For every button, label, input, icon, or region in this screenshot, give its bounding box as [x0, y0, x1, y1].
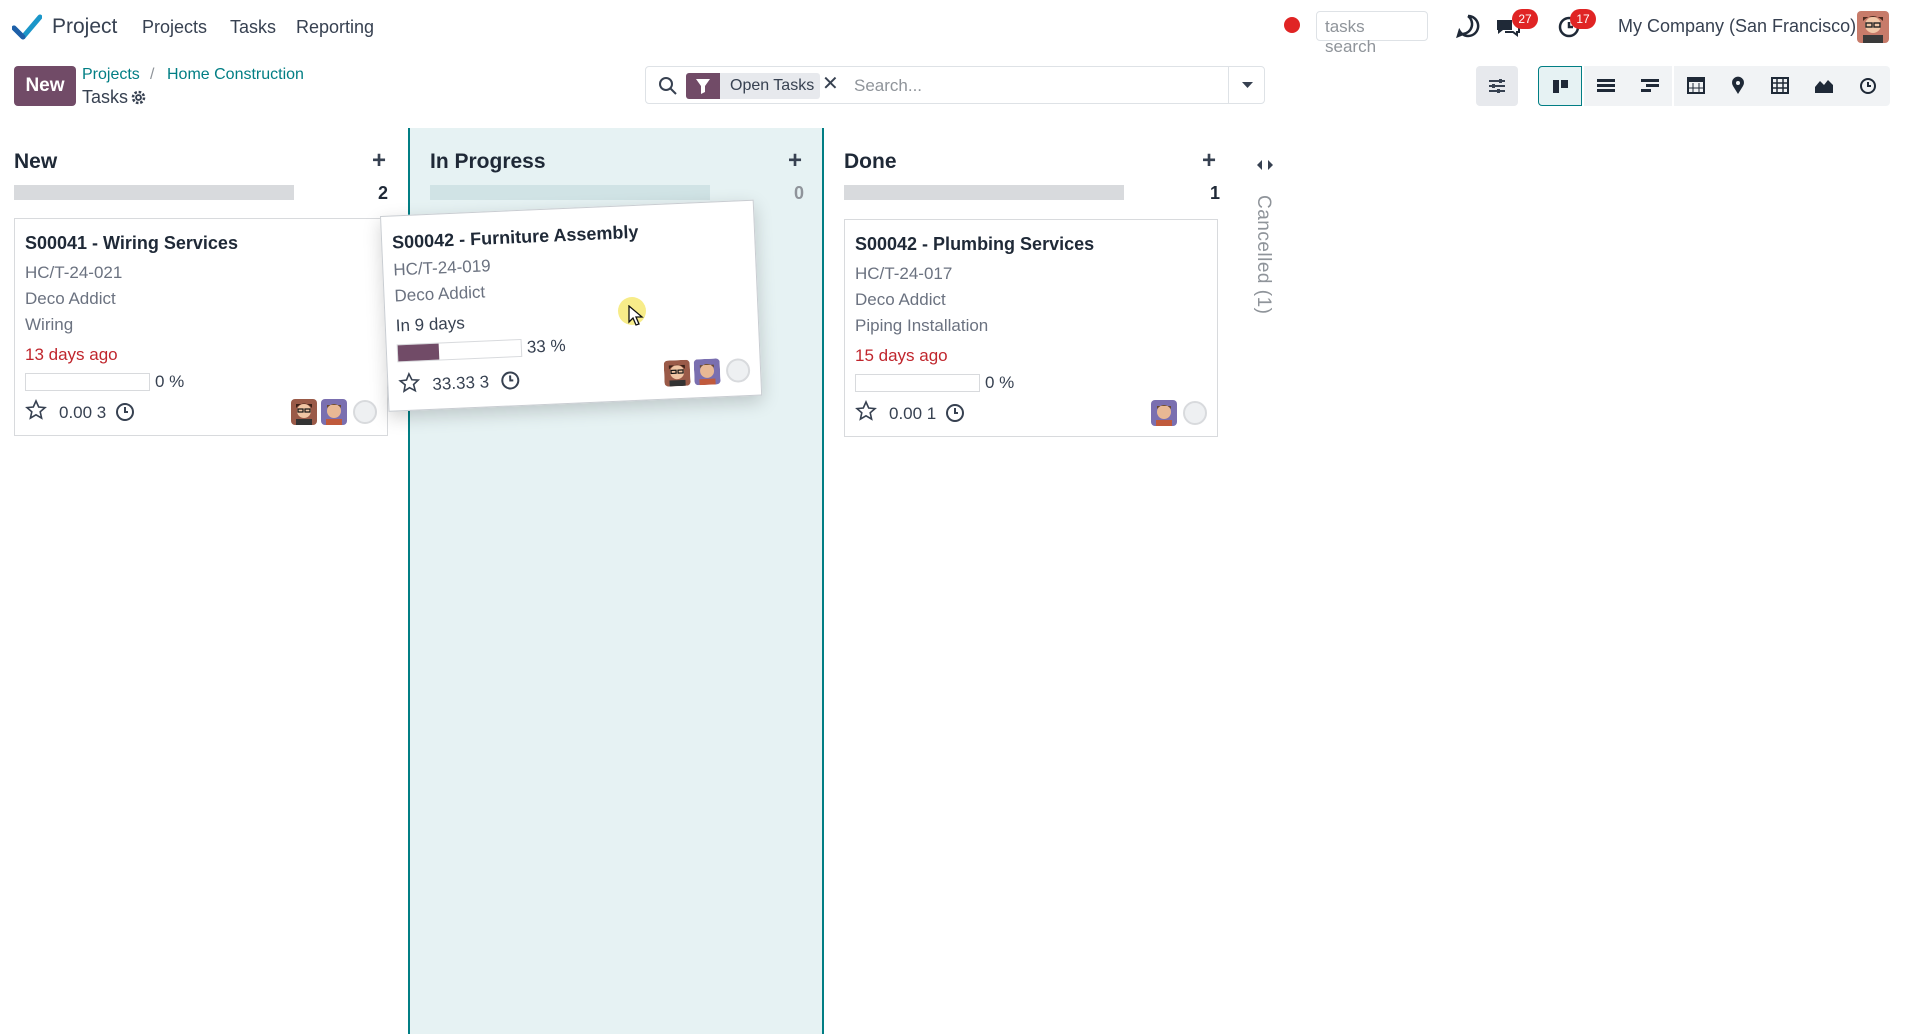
list-icon [1597, 79, 1615, 92]
menu-reporting[interactable]: Reporting [296, 17, 374, 38]
app-logo-icon[interactable] [12, 14, 42, 40]
star-icon[interactable] [398, 371, 421, 394]
unassigned-avatar-placeholder[interactable] [353, 400, 377, 424]
task-tag: Piping Installation [855, 316, 989, 335]
task-progress-bar [25, 373, 150, 391]
quick-create-plus-icon[interactable]: + [1202, 147, 1216, 175]
task-card-plumbing[interactable]: S00042 - Plumbing Services HC/T-24-017 D… [844, 219, 1218, 437]
view-graph-button[interactable] [1802, 66, 1846, 106]
column-title[interactable]: In Progress [430, 150, 546, 174]
task-customer: Deco Addict [855, 290, 946, 309]
menu-tasks[interactable]: Tasks [230, 17, 276, 38]
task-deadline: 13 days ago [25, 345, 118, 364]
activity-clock-icon[interactable] [945, 403, 965, 423]
column-title[interactable]: Done [844, 150, 897, 174]
quick-create-plus-icon[interactable]: + [372, 147, 386, 175]
task-allocated-hours: 33.33 3 [431, 372, 490, 394]
search-input[interactable] [854, 72, 1214, 100]
assignee-avatar[interactable] [1151, 400, 1177, 426]
task-title: S00042 - Plumbing Services [855, 234, 1095, 254]
messages-badge: 27 [1512, 9, 1538, 29]
task-reference: HC/T-24-019 [392, 256, 492, 280]
assignee-avatar[interactable] [291, 399, 317, 425]
toggle-filters-button[interactable] [1476, 66, 1518, 106]
breadcrumb-separator: / [150, 66, 155, 83]
column-progress-bar[interactable] [430, 185, 710, 200]
activity-clock-icon[interactable] [115, 402, 135, 422]
unassigned-avatar-placeholder[interactable] [1183, 401, 1207, 425]
top-navbar: Project Projects Tasks Reporting tasks s… [0, 0, 1906, 56]
unassigned-avatar-placeholder[interactable] [725, 358, 751, 384]
assignee-avatar[interactable] [321, 399, 347, 425]
voip-icon[interactable] [1454, 12, 1482, 40]
filter-facet-icon [686, 73, 720, 99]
tasks-search-input[interactable]: tasks search [1316, 11, 1428, 56]
view-gantt-button[interactable] [1628, 66, 1672, 106]
record-dot-icon[interactable] [1284, 17, 1300, 33]
search-bar: Open Tasks ✕ [645, 66, 1265, 104]
assignee-avatar[interactable] [663, 359, 691, 387]
area-chart-icon [1815, 80, 1833, 93]
pivot-icon [1771, 77, 1789, 94]
app-name[interactable]: Project [52, 15, 117, 39]
task-allocated-hours: 0.00 3 [59, 403, 107, 422]
task-progress-label: 0 % [985, 373, 1015, 392]
view-pivot-button[interactable] [1758, 66, 1802, 106]
task-title: S00042 - Furniture Assembly [391, 221, 639, 253]
view-calendar-button[interactable] [1674, 66, 1718, 106]
task-allocated-hours: 0.00 1 [889, 404, 937, 423]
new-button[interactable]: New [14, 66, 76, 106]
column-count: 1 [1210, 183, 1221, 203]
column-title[interactable]: New [14, 150, 57, 174]
page-title: Tasks [82, 87, 129, 107]
breadcrumb-projects[interactable]: Projects [82, 66, 140, 84]
gear-icon[interactable] [130, 89, 147, 106]
task-progress-bar [855, 374, 980, 392]
task-card-furniture-dragging[interactable]: S00042 - Furniture Assembly HC/T-24-019 … [380, 199, 763, 412]
quick-create-plus-icon[interactable]: + [788, 147, 802, 175]
task-customer: Deco Addict [394, 282, 486, 306]
user-avatar[interactable] [1857, 11, 1889, 43]
column-count: 2 [378, 183, 389, 203]
star-icon[interactable] [855, 400, 877, 422]
menu-projects[interactable]: Projects [142, 17, 207, 38]
task-card-wiring[interactable]: S00041 - Wiring Services HC/T-24-021 Dec… [14, 218, 388, 436]
view-activity-button[interactable] [1846, 66, 1890, 106]
activities-badge: 17 [1570, 9, 1596, 29]
task-deadline: 15 days ago [855, 346, 948, 365]
facet-remove-icon[interactable]: ✕ [822, 71, 839, 96]
company-switcher[interactable]: My Company (San Francisco) [1618, 16, 1856, 37]
search-icon [659, 77, 677, 95]
task-reference: HC/T-24-017 [855, 264, 953, 283]
breadcrumb-home-construction[interactable]: Home Construction [167, 66, 304, 84]
kanban-icon [1553, 80, 1568, 93]
view-kanban-button[interactable] [1538, 66, 1582, 106]
sliders-icon [1489, 79, 1505, 93]
folded-column-cancelled[interactable]: Cancelled (1) [1252, 195, 1274, 315]
star-icon[interactable] [25, 399, 47, 421]
task-title: S00041 - Wiring Services [25, 233, 238, 253]
task-progress-label: 0 % [155, 372, 185, 391]
column-progress-bar[interactable] [844, 185, 1124, 200]
column-count: 0 [794, 183, 805, 203]
gantt-icon [1641, 79, 1659, 92]
task-progress-bar [396, 338, 523, 363]
task-deadline: In 9 days [395, 313, 466, 336]
facet-open-tasks: Open Tasks [720, 73, 820, 99]
search-options-toggle[interactable] [1228, 67, 1265, 103]
activity-clock-icon[interactable] [500, 370, 521, 391]
view-map-button[interactable] [1716, 66, 1760, 106]
view-list-button[interactable] [1584, 66, 1628, 106]
activity-clock-icon [1860, 78, 1876, 94]
task-customer: Deco Addict [25, 289, 116, 308]
unfold-arrows-icon[interactable] [1256, 158, 1274, 172]
map-pin-icon [1732, 76, 1744, 94]
calendar-icon [1687, 77, 1705, 94]
task-reference: HC/T-24-021 [25, 263, 123, 282]
task-progress-label: 33 % [526, 336, 566, 357]
mouse-pointer-icon [628, 305, 644, 326]
task-tag: Wiring [25, 315, 74, 334]
assignee-avatar[interactable] [693, 358, 721, 386]
column-progress-bar[interactable] [14, 185, 294, 200]
